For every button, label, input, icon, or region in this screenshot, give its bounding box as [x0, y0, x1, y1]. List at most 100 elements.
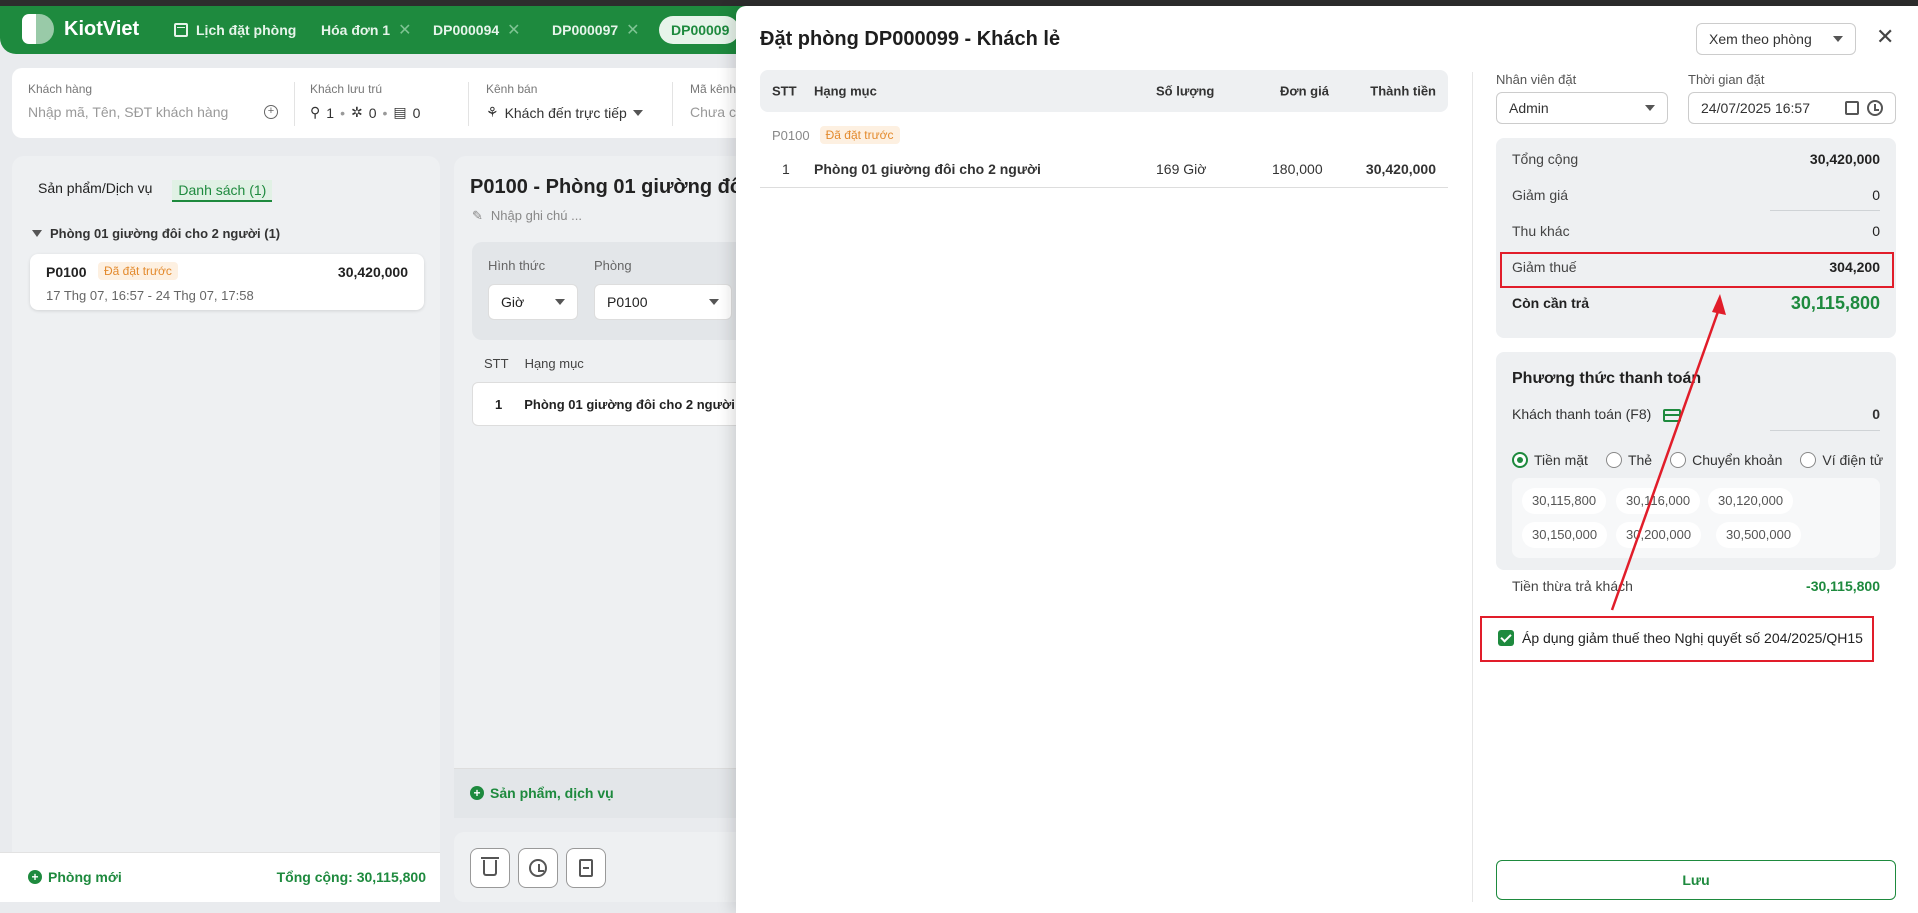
col-stt: STT	[484, 356, 509, 371]
history-icon	[529, 859, 547, 877]
adult-icon: ⚲	[310, 104, 321, 120]
note-field[interactable]: ✎ Nhập ghi chú ...	[472, 208, 582, 224]
amount-chip[interactable]: 30,120,000	[1708, 488, 1794, 514]
collapse-icon	[32, 230, 42, 237]
close-tab-icon[interactable]: ✕	[398, 20, 411, 40]
summary-discount-row[interactable]: Giảm giá 0	[1512, 180, 1880, 210]
room-amount: 30,420,000	[337, 264, 408, 280]
id-card-icon: ▤	[393, 104, 407, 120]
highlight-box-apply-tax	[1480, 616, 1874, 662]
amount-chip[interactable]: 30,500,000	[1716, 522, 1802, 548]
booking-time-input[interactable]: 24/07/2025 16:57	[1688, 92, 1896, 124]
amount-chip[interactable]: 30,115,800	[1522, 488, 1607, 514]
tab-dp000099-active[interactable]: DP00009	[659, 16, 739, 44]
table-row[interactable]: 1 Phòng 01 giường đôi cho 2 người 169 Gi…	[760, 150, 1448, 188]
chevron-down-icon	[555, 299, 565, 305]
amount-chip[interactable]: 30,200,000	[1616, 522, 1702, 548]
add-customer-icon[interactable]: +	[264, 105, 278, 119]
total-label: Tổng cộng	[1512, 151, 1579, 167]
save-button[interactable]: Lưu	[1496, 860, 1896, 900]
tab-label: DP000094	[433, 22, 500, 38]
amount-chip[interactable]: 30,150,000	[1522, 522, 1608, 548]
room-card[interactable]: P0100 Đã đặt trước 30,420,000 17 Thg 07,…	[30, 254, 424, 310]
child-icon: ✲	[350, 104, 363, 120]
other-charge-value[interactable]: 0	[1872, 223, 1880, 239]
customer-paid-label: Khách thanh toán (F8)	[1512, 406, 1652, 422]
credit-card-icon[interactable]	[1663, 408, 1682, 422]
radio-unchecked-icon	[1605, 452, 1622, 468]
tab-products-services[interactable]: Sản phẩm/Dịch vụ	[38, 180, 152, 202]
add-service-bar: + Sản phẩm, dịch vụ	[454, 768, 754, 818]
row-qty: 169 Giờ	[1156, 160, 1207, 177]
customer-paid-input[interactable]: 0	[1872, 406, 1880, 422]
close-modal-icon[interactable]: ✕	[1876, 24, 1894, 50]
app-logo[interactable]: KiotViet	[22, 14, 139, 44]
tab-dp000097[interactable]: DP000097 ✕	[552, 16, 640, 44]
room-list-footer: + Phòng mới Tổng cộng: 30,115,800	[0, 852, 440, 902]
action-toolbar	[454, 832, 754, 902]
room-group-header[interactable]: Phòng 01 giường đôi cho 2 người (1)	[32, 226, 280, 241]
chevron-down-icon	[1645, 105, 1655, 111]
channel-value[interactable]: Khách đến trực tiếp	[505, 105, 627, 121]
radio-card[interactable]: Thẻ	[1605, 452, 1652, 468]
kiotviet-logo-icon	[22, 14, 56, 44]
radio-ewallet[interactable]: Ví điện tử	[1800, 452, 1883, 468]
logo-text: KiotViet	[64, 17, 140, 40]
discount-value[interactable]: 0	[1872, 187, 1880, 203]
tab-label: DP000097	[552, 22, 619, 38]
delete-button[interactable]	[470, 848, 510, 888]
tab-label: DP00009	[671, 22, 730, 38]
guests-field[interactable]: Khách lưu trú ⚲ 1 • ✲ 0 • ▤ 0	[310, 82, 420, 121]
radio-transfer[interactable]: Chuyển khoản	[1670, 452, 1782, 468]
change-row: Tiền thừa trả khách -30,115,800	[1496, 578, 1896, 594]
clock-icon[interactable]	[1867, 100, 1883, 116]
tab-label: Hóa đơn 1	[321, 22, 391, 38]
add-service-label: Sản phẩm, dịch vụ	[490, 785, 614, 801]
customer-paid-row[interactable]: Khách thanh toán (F8) 0	[1512, 406, 1880, 422]
calendar-icon[interactable]	[1845, 101, 1859, 115]
column-divider	[1472, 72, 1473, 902]
col-stt: STT	[772, 83, 797, 99]
adult-count: 1	[326, 104, 335, 121]
new-room-button[interactable]: + Phòng mới	[28, 869, 122, 885]
add-service-link[interactable]: + Sản phẩm, dịch vụ	[470, 785, 614, 801]
summary-due-row: Còn cần trả 30,115,800	[1512, 288, 1880, 318]
radio-label: Ví điện tử	[1822, 452, 1884, 468]
col-item: Hạng mục	[814, 83, 877, 99]
close-tab-icon[interactable]: ✕	[626, 20, 639, 40]
history-button[interactable]	[518, 848, 558, 888]
chevron-down-icon	[632, 109, 643, 116]
view-mode-select[interactable]: Xem theo phòng	[1696, 23, 1856, 55]
tab-invoice-1[interactable]: Hóa đơn 1 ✕	[321, 16, 411, 44]
type-select[interactable]: Giờ	[488, 284, 578, 320]
tab-room-list[interactable]: Danh sách (1)	[172, 180, 273, 202]
quick-amount-suggestions: 30,115,800 30,116,000 30,120,000 30,150,…	[1512, 478, 1880, 558]
customer-input[interactable]: Nhập mã, Tên, SĐT khách hàng	[28, 104, 228, 120]
tab-dp000094[interactable]: DP000094 ✕	[433, 16, 521, 44]
room-form: Hình thức Giờ Phòng P0100	[472, 242, 762, 340]
staff-select[interactable]: Admin	[1496, 92, 1668, 124]
trash-icon	[481, 857, 499, 876]
staff-value: Admin	[1509, 100, 1549, 116]
grand-total: Tổng cộng: 30,115,800	[276, 869, 426, 885]
group-room-code: P0100	[772, 127, 810, 143]
amount-chip[interactable]: 30,116,000	[1616, 488, 1701, 514]
channel-code-field[interactable]: Mã kênh Chưa c	[690, 82, 736, 120]
room-time-range: 17 Thg 07, 16:57 - 24 Thg 07, 17:58	[46, 288, 254, 303]
tab-booking-calendar[interactable]: Lịch đặt phòng	[174, 16, 296, 44]
export-button[interactable]	[566, 848, 606, 888]
total-value: 30,420,000	[1809, 151, 1880, 167]
room-item-row[interactable]: 1 Phòng 01 giường đôi cho 2 người (	[472, 382, 762, 426]
customer-field[interactable]: Khách hàng Nhập mã, Tên, SĐT khách hàng …	[28, 82, 278, 120]
close-tab-icon[interactable]: ✕	[507, 20, 520, 40]
channel-field[interactable]: Kênh bán ⚘ Khách đến trực tiếp	[486, 82, 643, 121]
row-price: 180,000	[1272, 160, 1323, 177]
divider	[294, 82, 295, 126]
summary-other-row[interactable]: Thu khác 0	[1512, 216, 1880, 246]
divider	[468, 82, 469, 126]
change-value: -30,115,800	[1806, 578, 1880, 594]
col-total: Thành tiền	[1370, 83, 1436, 99]
room-select[interactable]: P0100	[594, 284, 732, 320]
radio-cash[interactable]: Tiền mặt	[1512, 452, 1588, 468]
status-badge: Đã đặt trước	[98, 262, 178, 280]
